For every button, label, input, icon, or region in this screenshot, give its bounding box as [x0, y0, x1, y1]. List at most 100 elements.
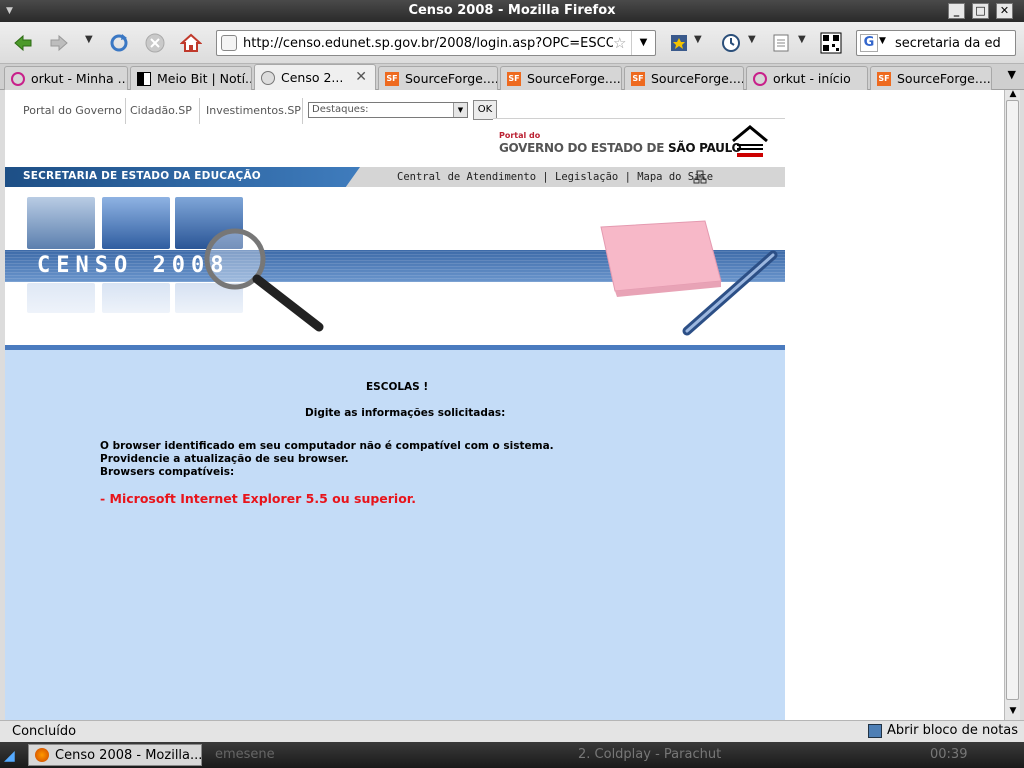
governo-label: GOVERNO DO ESTADO DE SÃO PAULO — [499, 141, 742, 155]
clock-icon — [722, 34, 740, 52]
portal-sp-logo-box[interactable]: Portal do GOVERNO DO ESTADO DE SÃO PAULO — [493, 118, 785, 167]
taskbar-clock: 00:39 — [930, 747, 968, 762]
scrollbar-thumb[interactable] — [1006, 100, 1019, 700]
window-title: Censo 2008 - Mozilla Firefox — [408, 3, 616, 18]
bookmarks-dropdown-icon[interactable]: ▼ — [694, 34, 702, 45]
tab-sourceforge-4[interactable]: SF SourceForge.... — [870, 66, 992, 90]
banner-square — [27, 197, 95, 249]
qr-button[interactable] — [816, 28, 846, 58]
censo-banner: CENSO 2008 — [5, 187, 785, 345]
secretaria-bar: SECRETARIA DE ESTADO DA EDUCAÇÃO Central… — [5, 167, 785, 187]
status-bar: Concluído Abrir bloco de notas — [0, 720, 1024, 742]
url-input[interactable] — [243, 33, 613, 53]
home-button[interactable] — [176, 28, 206, 58]
maximize-button[interactable]: □ — [972, 3, 989, 19]
incompatible-message: O browser identificado em seu computador… — [100, 440, 554, 452]
sitemap-icon[interactable] — [693, 170, 707, 184]
tab-sourceforge-2[interactable]: SF SourceForge.... — [500, 66, 622, 90]
window-menu-icon[interactable]: ▼ — [6, 0, 13, 22]
header-spacer — [5, 132, 493, 167]
tab-meio-bit[interactable]: Meio Bit | Notí... — [130, 66, 252, 90]
banner-square — [27, 283, 95, 313]
site-identity-icon[interactable] — [221, 35, 237, 51]
tab-label: orkut - Minha ... — [31, 71, 128, 86]
url-bar[interactable]: ☆ ▼ — [216, 30, 656, 56]
portal-label: Portal do — [499, 131, 541, 140]
tab-list-dropdown-icon[interactable]: ▼ — [1008, 68, 1016, 81]
desktop-menu-icon[interactable]: ◢ — [4, 748, 15, 764]
page-subheading: Digite as informações solicitadas: — [305, 407, 506, 419]
page-content: Portal do Governo Cidadão.SP Investiment… — [5, 90, 785, 720]
vertical-scrollbar[interactable]: ▲ ▼ — [1004, 89, 1020, 720]
minimize-button[interactable]: _ — [948, 3, 965, 19]
divider — [125, 98, 126, 124]
page-icon — [773, 34, 789, 52]
search-input[interactable] — [895, 33, 1015, 53]
forward-button[interactable] — [44, 28, 74, 58]
link-investimentos-sp[interactable]: Investimentos.SP — [206, 104, 301, 117]
url-dropdown-icon[interactable]: ▼ — [631, 31, 655, 55]
taskbar-music-item[interactable]: 2. Coldplay - Parachut — [578, 747, 721, 762]
stop-icon — [145, 33, 165, 53]
tab-label: SourceForge.... — [897, 71, 991, 86]
governo-text: GOVERNO DO ESTADO DE — [499, 141, 665, 155]
scroll-up-icon[interactable]: ▲ — [1007, 89, 1019, 99]
taskbar-emesene-item[interactable]: emesene — [215, 747, 275, 762]
sourceforge-icon: SF — [507, 71, 521, 86]
ok-button[interactable]: OK — [473, 100, 497, 120]
orkut-icon — [11, 71, 25, 86]
reload-button[interactable] — [104, 28, 134, 58]
tab-orkut-minha[interactable]: orkut - Minha ... — [4, 66, 128, 90]
divider — [199, 98, 200, 124]
divider — [302, 98, 303, 124]
link-cidadao-sp[interactable]: Cidadão.SP — [130, 104, 192, 117]
qr-code-icon — [820, 32, 842, 54]
sourceforge-icon: SF — [877, 71, 891, 86]
tab-label: SourceForge.... — [527, 71, 621, 86]
select-arrow-icon: ▼ — [453, 103, 467, 117]
page-icon — [261, 70, 275, 85]
bookmark-star-icon[interactable]: ☆ — [613, 34, 626, 52]
sp-state-emblem-icon — [732, 125, 768, 157]
tab-strip: orkut - Minha ... Meio Bit | Notí... Cen… — [0, 64, 1024, 90]
stop-button[interactable] — [140, 28, 170, 58]
history-dropdown-icon[interactable]: ▼ — [85, 34, 93, 45]
page-menu-dropdown-icon[interactable]: ▼ — [798, 34, 806, 45]
status-text: Concluído — [12, 724, 77, 739]
tab-orkut-inicio[interactable]: orkut - início — [746, 66, 868, 90]
open-notepad-button[interactable]: Abrir bloco de notas — [868, 723, 1018, 738]
destaques-select[interactable]: Destaques: ▼ — [308, 102, 468, 118]
tab-label: Censo 2... — [281, 70, 344, 85]
scroll-down-icon[interactable]: ▼ — [1007, 706, 1019, 716]
history-button[interactable] — [716, 28, 746, 58]
search-bar[interactable]: G ▼ — [856, 30, 1016, 56]
reload-icon — [110, 34, 128, 52]
orkut-icon — [753, 71, 767, 86]
meiobit-icon — [137, 71, 151, 86]
tab-sourceforge-1[interactable]: SF SourceForge.... — [378, 66, 498, 90]
update-message: Providencie a atualização de seu browser… — [100, 453, 349, 465]
window-titlebar: ▼ Censo 2008 - Mozilla Firefox _ □ ✕ — [0, 0, 1024, 22]
bookmarks-button[interactable] — [664, 28, 694, 58]
banner-square — [102, 283, 170, 313]
link-portal-governo[interactable]: Portal do Governo — [23, 104, 122, 117]
tab-sourceforge-3[interactable]: SF SourceForge.... — [624, 66, 744, 90]
tab-label: orkut - início — [773, 71, 851, 86]
google-engine-icon[interactable]: G — [860, 34, 878, 52]
required-browser-text: - Microsoft Internet Explorer 5.5 ou sup… — [100, 491, 416, 506]
history-menu-dropdown-icon[interactable]: ▼ — [748, 34, 756, 45]
os-taskbar: ◢ Censo 2008 - Mozilla... emesene 2. Col… — [0, 742, 1024, 768]
notepad-icon — [868, 723, 882, 738]
taskbar-firefox-item[interactable]: Censo 2008 - Mozilla... — [28, 744, 202, 766]
tab-censo[interactable]: Censo 2... ✕ — [254, 64, 376, 90]
notepad-label: Abrir bloco de notas — [887, 723, 1019, 738]
sourceforge-icon: SF — [385, 71, 399, 86]
close-tab-icon[interactable]: ✕ — [355, 69, 367, 85]
close-window-button[interactable]: ✕ — [996, 3, 1013, 19]
page-menu-button[interactable] — [766, 28, 796, 58]
top-links[interactable]: Central de Atendimento | Legislação | Ma… — [397, 171, 713, 183]
back-arrow-icon — [14, 34, 32, 52]
search-engine-dropdown-icon[interactable]: ▼ — [879, 36, 886, 46]
forward-arrow-icon — [50, 34, 68, 52]
back-button[interactable] — [8, 28, 38, 58]
